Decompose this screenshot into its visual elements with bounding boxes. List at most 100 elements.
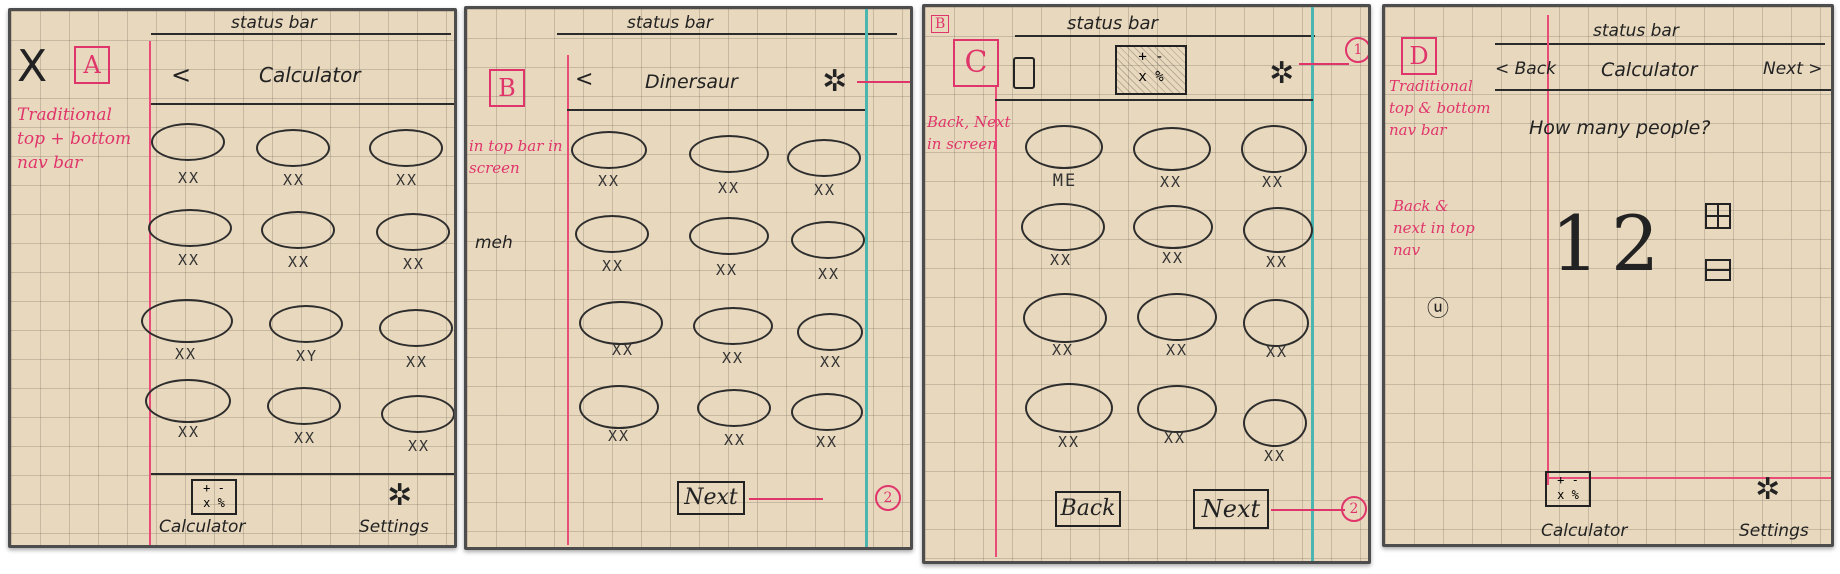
grid-item-label: XX [177, 423, 201, 441]
grid-item-label: ME [1052, 171, 1078, 191]
list-icon[interactable] [1013, 57, 1035, 89]
margin-line [1547, 15, 1549, 485]
next-link[interactable]: Next > [1763, 59, 1823, 79]
grid-item[interactable] [369, 129, 443, 167]
grid-item[interactable] [145, 379, 231, 423]
grid-item[interactable] [381, 395, 454, 433]
grid-item-label: XX [721, 349, 745, 367]
grid-item[interactable] [1137, 385, 1217, 433]
option-letter: B [489, 69, 525, 107]
grid-item-label: XX [287, 253, 311, 271]
grid-item-label: XX [1265, 343, 1289, 361]
back-link[interactable]: < Back [1495, 59, 1556, 79]
back-chevron-icon[interactable]: < [575, 67, 593, 92]
calculator-icon[interactable]: + -x % [1545, 471, 1591, 507]
grid-item[interactable] [1021, 203, 1105, 251]
gear-icon[interactable]: ✲ [387, 481, 412, 511]
people-count-digit: 1 [1551, 199, 1600, 288]
grid-item[interactable] [141, 299, 233, 343]
grid-item[interactable] [575, 215, 649, 253]
grid-item-label: XX [293, 429, 317, 447]
grid-item[interactable] [256, 129, 330, 167]
grid-item[interactable] [797, 313, 863, 351]
option-letter: C [953, 39, 999, 87]
top-nav-divider [567, 109, 865, 111]
increment-button[interactable] [1705, 203, 1731, 229]
grid-item[interactable] [571, 131, 647, 169]
gear-icon[interactable]: ✲ [822, 67, 847, 97]
grid-item[interactable] [791, 393, 863, 431]
back-button[interactable]: Back [1055, 491, 1121, 527]
grid-item-label: XX [1049, 251, 1073, 269]
screen-title: Calculator [259, 63, 361, 87]
gear-icon[interactable]: ✲ [1269, 59, 1294, 89]
note: Traditional top + bottom nav bar [17, 105, 132, 173]
next-button[interactable]: Next [1193, 489, 1269, 529]
grid-item-label: XX [607, 427, 631, 445]
status-bar-line [1495, 43, 1825, 45]
sketch-strip: status bar X A Traditional top + bottom … [0, 0, 1840, 574]
grid-item[interactable] [1133, 205, 1213, 249]
status-bar-label: status bar [627, 13, 713, 33]
grid-item-label: XX [723, 431, 747, 449]
grid-item[interactable] [379, 309, 453, 347]
tab-settings[interactable]: Settings [359, 517, 429, 537]
grid-item[interactable] [1133, 127, 1211, 171]
top-nav-divider [1495, 89, 1831, 91]
grid-item[interactable] [1243, 299, 1309, 347]
small-option-letter: B [931, 15, 950, 33]
calculator-icon[interactable]: + -x % [191, 479, 237, 515]
grid-item[interactable] [1241, 125, 1307, 173]
top-nav-divider [151, 103, 454, 105]
grid-item-label: XX [717, 179, 741, 197]
grid-item[interactable] [689, 217, 769, 255]
status-bar-line [1015, 35, 1315, 37]
grid-item[interactable] [376, 213, 450, 251]
grid-item-label: XX [817, 265, 841, 283]
next-button[interactable]: Next [677, 481, 745, 515]
cross-mark: X [17, 41, 48, 92]
grid-item[interactable] [579, 385, 659, 429]
grid-item[interactable] [1025, 125, 1103, 169]
grid-item-label: XX [611, 341, 635, 359]
gear-icon[interactable]: ✲ [1755, 475, 1780, 505]
status-bar-line [557, 33, 897, 35]
decrement-button[interactable] [1705, 259, 1731, 281]
grid-item[interactable] [693, 307, 773, 345]
back-chevron-icon[interactable]: < [171, 61, 191, 89]
meh-note: meh [475, 233, 513, 253]
grid-item[interactable] [787, 139, 861, 177]
tab-calculator[interactable]: Calculator [159, 517, 245, 537]
note: Traditional top & bottom nav bar [1389, 77, 1491, 139]
grid-item[interactable] [697, 389, 771, 427]
grid-item[interactable] [267, 387, 341, 425]
annotation-marker: 2 [1341, 496, 1367, 522]
grid-item[interactable] [689, 135, 769, 173]
grid-item[interactable] [151, 123, 225, 161]
grid-item-label: XX [1057, 433, 1081, 451]
grid-item[interactable] [261, 211, 335, 249]
screen-title: Dinersaur [645, 71, 738, 93]
grid-item[interactable] [269, 305, 343, 343]
grid-item[interactable] [1137, 293, 1217, 341]
grid-item[interactable] [148, 209, 232, 247]
calculator-icon[interactable]: + -x % [1115, 45, 1187, 95]
edge-line [1311, 7, 1314, 561]
grid-item[interactable] [1023, 293, 1107, 343]
grid-item-label: XX [1261, 173, 1285, 191]
grid-item[interactable] [1243, 399, 1307, 447]
grid-item[interactable] [1243, 207, 1313, 253]
grid-item-label: XX [601, 257, 625, 275]
tab-settings[interactable]: Settings [1739, 521, 1809, 541]
annotation-marker: 1 [1345, 37, 1368, 63]
grid-item[interactable] [579, 301, 663, 345]
margin-line [995, 87, 997, 557]
status-bar-line [151, 33, 451, 35]
grid-item-label: XX [395, 171, 419, 189]
annotation-arrow [857, 81, 910, 83]
option-letter: D [1401, 37, 1437, 75]
grid-item[interactable] [791, 221, 865, 259]
screen-title: Calculator [1601, 59, 1698, 81]
grid-item[interactable] [1025, 383, 1113, 433]
tab-calculator[interactable]: Calculator [1541, 521, 1627, 541]
